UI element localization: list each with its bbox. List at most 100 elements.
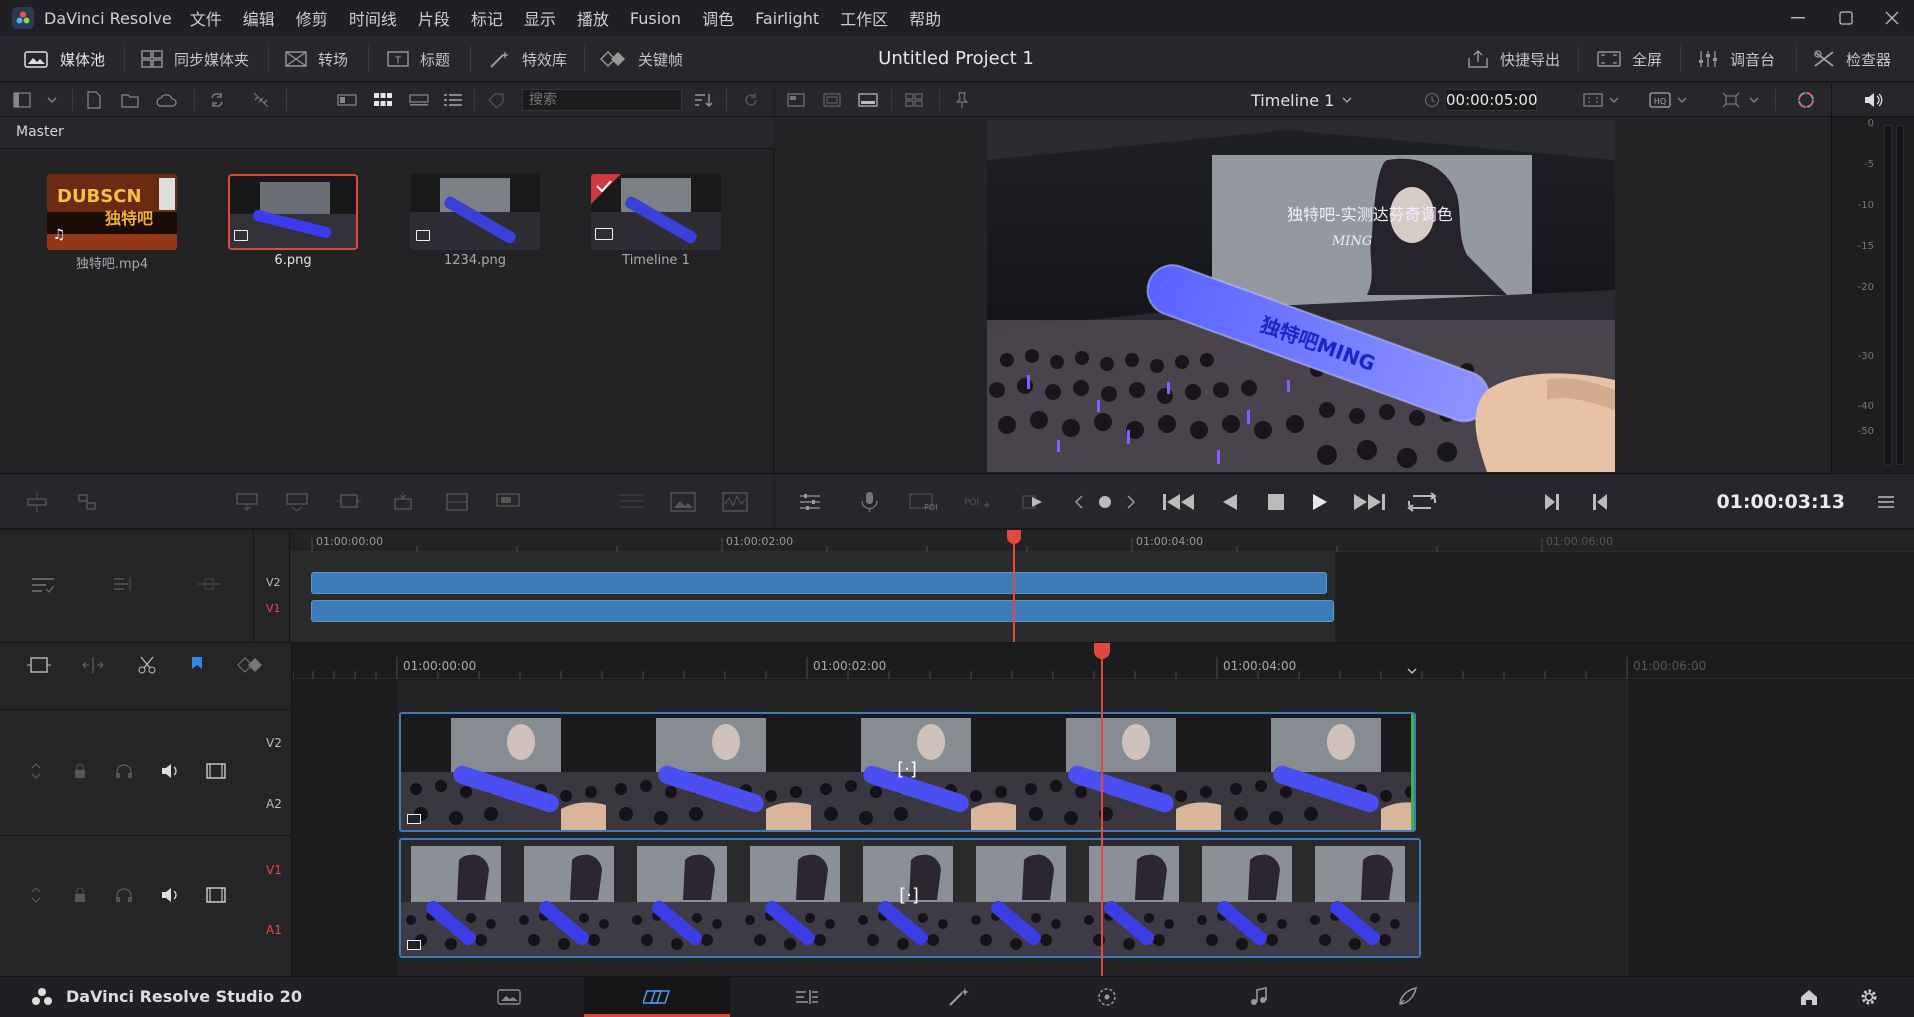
overwrite-clip-icon[interactable] bbox=[282, 488, 312, 516]
settings-sliders-icon[interactable] bbox=[795, 488, 825, 516]
insert-clip-icon[interactable] bbox=[232, 488, 262, 516]
chevron-down-icon[interactable] bbox=[1747, 91, 1761, 109]
color-wheel-icon[interactable] bbox=[1795, 91, 1817, 109]
duration-display[interactable]: 00:00:05:00 bbox=[1445, 89, 1538, 111]
poi-add-icon[interactable]: POI bbox=[961, 488, 993, 516]
mixer-button[interactable]: 调音台 bbox=[1696, 36, 1775, 82]
menu-help[interactable]: 帮助 bbox=[909, 6, 941, 30]
home-icon[interactable] bbox=[1796, 985, 1822, 1009]
new-bin-icon[interactable] bbox=[120, 91, 140, 109]
minimize-icon[interactable] bbox=[1786, 8, 1810, 28]
picture-in-picture-icon[interactable] bbox=[668, 488, 698, 516]
loop-icon[interactable] bbox=[1405, 488, 1439, 516]
pin-icon[interactable] bbox=[951, 91, 973, 109]
media-pool-button[interactable]: 媒体池 bbox=[24, 36, 105, 82]
chevron-down-icon[interactable] bbox=[44, 91, 60, 109]
thumbnail-view-icon[interactable] bbox=[372, 91, 394, 109]
menu-playback[interactable]: 播放 bbox=[577, 6, 609, 30]
upper-clip-v1[interactable] bbox=[311, 600, 1334, 622]
chevron-down-icon[interactable] bbox=[1675, 91, 1689, 109]
keyframe-diamond-icon[interactable] bbox=[236, 653, 266, 677]
trim-mode-icon[interactable] bbox=[24, 653, 54, 677]
upper-playhead[interactable] bbox=[1013, 530, 1015, 642]
timeline-selector[interactable]: Timeline 1 bbox=[1251, 83, 1352, 117]
new-file-icon[interactable] bbox=[84, 91, 104, 109]
hq-icon[interactable]: HQ bbox=[1647, 91, 1673, 109]
position-lock-icon[interactable] bbox=[194, 572, 224, 596]
film-icon[interactable] bbox=[204, 760, 228, 782]
sync-bin-button[interactable]: 同步媒体夹 bbox=[140, 36, 249, 82]
marker-flag-icon[interactable] bbox=[184, 653, 210, 677]
titles-button[interactable]: T 标题 bbox=[386, 36, 450, 82]
relink-icon[interactable] bbox=[206, 91, 228, 109]
fullscreen-button[interactable]: 全屏 bbox=[1596, 36, 1662, 82]
multicam-icon[interactable] bbox=[903, 91, 925, 109]
panel-toggle-icon[interactable] bbox=[12, 91, 32, 109]
chevron-down-icon[interactable] bbox=[1607, 91, 1621, 109]
track-height-icon[interactable] bbox=[24, 884, 48, 906]
menu-view[interactable]: 显示 bbox=[524, 6, 556, 30]
cloud-upload-icon[interactable] bbox=[156, 91, 178, 109]
menu-clip[interactable]: 片段 bbox=[418, 6, 450, 30]
viewer-image[interactable]: 独特吧-实测达芬奇调色 MING 独特吧MING bbox=[987, 120, 1615, 472]
waveform-icon[interactable] bbox=[720, 488, 750, 516]
close-icon[interactable] bbox=[1880, 8, 1904, 28]
marker-dot-icon[interactable] bbox=[1095, 488, 1115, 516]
stop-icon[interactable] bbox=[1261, 488, 1291, 516]
lock-icon[interactable] bbox=[68, 760, 92, 782]
previous-clip-icon[interactable] bbox=[1071, 488, 1087, 516]
mark-in-icon[interactable] bbox=[1537, 488, 1567, 516]
play-icon[interactable] bbox=[1305, 488, 1335, 516]
menu-timeline[interactable]: 时间线 bbox=[349, 6, 397, 30]
metadata-view-icon[interactable] bbox=[336, 92, 358, 108]
viewer-zoom-icon[interactable] bbox=[1581, 91, 1605, 109]
tag-icon[interactable] bbox=[486, 91, 506, 109]
color-page-icon[interactable] bbox=[1092, 985, 1122, 1009]
menu-fusion[interactable]: Fusion bbox=[630, 9, 681, 28]
menu-lines-icon[interactable] bbox=[1871, 488, 1901, 516]
effects-button[interactable]: 特效库 bbox=[488, 36, 567, 82]
media-clip-thumbnail-selected[interactable] bbox=[228, 174, 358, 250]
volume-icon[interactable] bbox=[158, 760, 182, 782]
current-timecode[interactable]: 01:00:03:13 bbox=[1685, 488, 1845, 516]
gear-icon[interactable] bbox=[1856, 985, 1882, 1009]
unlink-icon[interactable] bbox=[250, 91, 272, 109]
replace-clip-icon[interactable] bbox=[334, 488, 364, 516]
ripple-overwrite-icon[interactable] bbox=[494, 488, 524, 516]
viewer-layout-icon[interactable] bbox=[785, 91, 807, 109]
go-to-start-icon[interactable] bbox=[1159, 488, 1199, 516]
main-playhead[interactable] bbox=[1101, 643, 1103, 977]
next-clip-icon[interactable] bbox=[1123, 488, 1139, 516]
clip-center-handle-icon[interactable]: [·] bbox=[892, 757, 922, 783]
blade-icon[interactable] bbox=[132, 653, 162, 677]
append-icon[interactable] bbox=[442, 488, 472, 516]
play-selection-icon[interactable] bbox=[1019, 488, 1049, 516]
sort-icon[interactable] bbox=[692, 91, 714, 109]
speaker-icon[interactable] bbox=[1862, 91, 1886, 109]
transform-icon[interactable] bbox=[1719, 91, 1743, 109]
reverse-play-icon[interactable] bbox=[1215, 488, 1245, 516]
upper-clip-v2[interactable] bbox=[311, 572, 1327, 594]
main-playhead-handle[interactable] bbox=[1094, 643, 1110, 659]
dynamic-trim-icon[interactable] bbox=[78, 653, 108, 677]
place-on-top-icon[interactable] bbox=[388, 488, 418, 516]
headphones-icon[interactable] bbox=[112, 760, 136, 782]
audio-link-icon[interactable] bbox=[72, 488, 102, 516]
poi-icon[interactable]: POI bbox=[907, 488, 939, 516]
media-clip-thumbnail[interactable] bbox=[410, 174, 540, 250]
menu-trim[interactable]: 修剪 bbox=[296, 6, 328, 30]
quick-export-button[interactable]: 快捷导出 bbox=[1466, 36, 1560, 82]
voiceover-mic-icon[interactable] bbox=[855, 488, 885, 516]
media-page-icon[interactable] bbox=[494, 985, 524, 1009]
headphones-icon[interactable] bbox=[112, 884, 136, 906]
track-height-icon[interactable] bbox=[24, 760, 48, 782]
refresh-icon[interactable] bbox=[740, 91, 762, 109]
mark-out-icon[interactable] bbox=[1585, 488, 1615, 516]
fit-to-fill-icon[interactable] bbox=[616, 488, 646, 516]
clip-layout-icon[interactable] bbox=[857, 91, 879, 109]
go-to-end-icon[interactable] bbox=[1349, 488, 1389, 516]
inspector-button[interactable]: 检查器 bbox=[1812, 36, 1891, 82]
menu-workspace[interactable]: 工作区 bbox=[840, 6, 888, 30]
list-view-icon[interactable] bbox=[442, 92, 464, 108]
menu-edit[interactable]: 编辑 bbox=[243, 6, 275, 30]
